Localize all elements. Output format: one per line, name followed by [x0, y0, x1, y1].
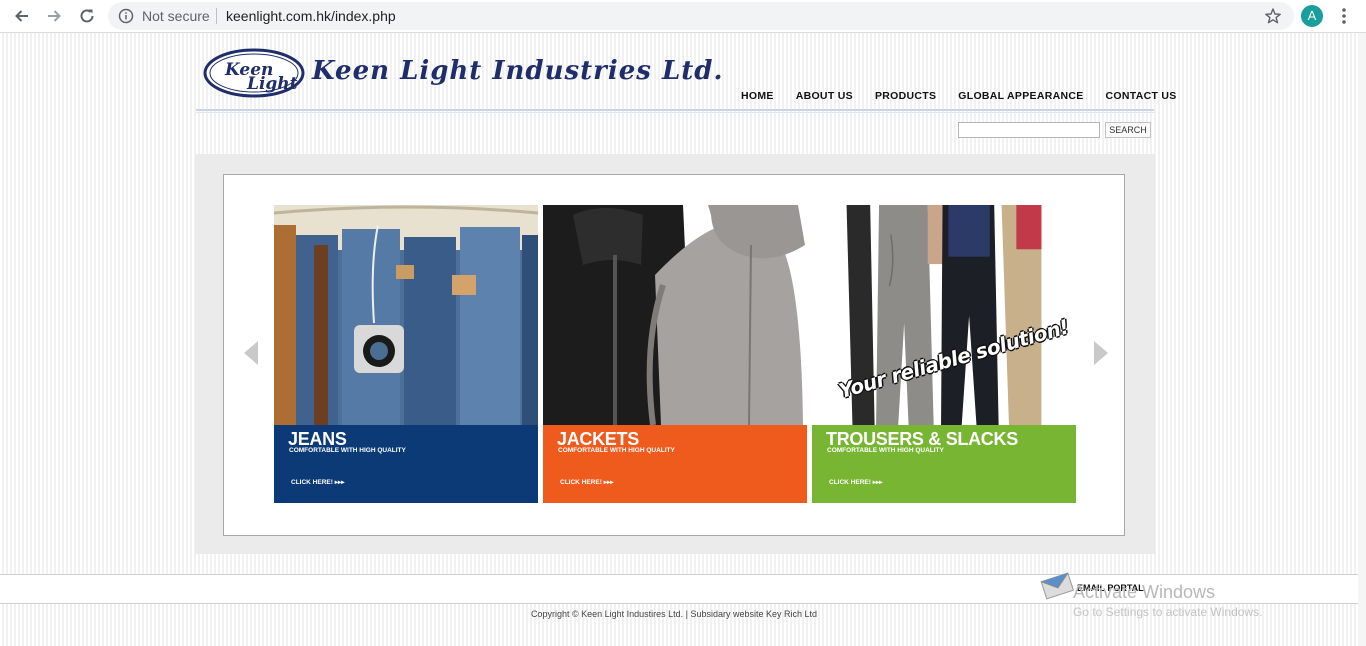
browser-toolbar: Not secure keenlight.com.hk/index.php A — [0, 0, 1366, 33]
jackets-click-here-link[interactable]: CLICK HERE! ▸▸▸ — [560, 478, 613, 486]
jackets-photo — [543, 205, 807, 425]
reload-icon — [80, 9, 94, 23]
browser-menu-icon[interactable] — [1336, 6, 1352, 26]
company-name: Keen Light Industries Ltd. — [312, 56, 724, 86]
nav-home[interactable]: HOME — [741, 90, 774, 102]
email-envelope-icon[interactable] — [1040, 568, 1074, 602]
activate-windows-watermark: Activate Windows — [1073, 582, 1216, 602]
address-bar[interactable]: Not secure keenlight.com.hk/index.php — [108, 2, 1294, 30]
address-separator — [216, 8, 217, 24]
security-status[interactable]: Not secure — [142, 8, 210, 24]
activate-windows-subtext: Go to Settings to activate Windows. — [1073, 605, 1263, 619]
search-input[interactable] — [958, 122, 1100, 138]
back-button[interactable] — [9, 4, 35, 28]
main-nav: HOME ABOUT US PRODUCTS GLOBAL APPEARANCE… — [730, 90, 1188, 102]
product-tile-jackets[interactable]: JACKETS COMFORTABLE WITH HIGH QUALITY CL… — [543, 205, 807, 503]
jackets-subtitle: COMFORTABLE WITH HIGH QUALITY — [558, 447, 675, 454]
page-scrollbar[interactable] — [1358, 33, 1366, 646]
slider-prev-arrow-icon[interactable] — [242, 340, 260, 366]
search-button[interactable]: SEARCH — [1105, 122, 1151, 138]
header-divider — [196, 109, 1154, 111]
profile-avatar[interactable]: A — [1301, 5, 1323, 27]
forward-arrow-icon — [48, 10, 61, 22]
info-icon[interactable] — [118, 8, 134, 24]
header-divider-thin — [196, 112, 1154, 113]
trousers-subtitle: COMFORTABLE WITH HIGH QUALITY — [827, 447, 944, 454]
forward-button[interactable] — [41, 4, 67, 28]
back-arrow-icon — [15, 10, 28, 22]
product-tile-jeans[interactable]: JEANS COMFORTABLE WITH HIGH QUALITY CLIC… — [274, 205, 538, 503]
nav-about-us[interactable]: ABOUT US — [796, 90, 853, 102]
jeans-click-here-link[interactable]: CLICK HERE! ▸▸▸ — [291, 478, 344, 486]
jeans-photo — [274, 205, 538, 425]
reload-button[interactable] — [74, 4, 100, 28]
svg-text:Light: Light — [246, 74, 298, 94]
nav-contact-us[interactable]: CONTACT US — [1106, 90, 1177, 102]
nav-global-appearance[interactable]: GLOBAL APPEARANCE — [958, 90, 1083, 102]
jeans-subtitle: COMFORTABLE WITH HIGH QUALITY — [289, 447, 406, 454]
product-tile-trousers[interactable]: Your reliable solution! TROUSERS & SLACK… — [812, 205, 1076, 503]
product-slider: JEANS COMFORTABLE WITH HIGH QUALITY CLIC… — [223, 174, 1125, 536]
web-page: Keen Light Keen Light Industries Ltd. HO… — [0, 33, 1366, 646]
url-text[interactable]: keenlight.com.hk/index.php — [226, 8, 396, 24]
company-logo[interactable]: Keen Light — [203, 47, 307, 99]
slider-next-arrow-icon[interactable] — [1092, 340, 1110, 366]
trousers-click-here-link[interactable]: CLICK HERE! ▸▸▸ — [829, 478, 882, 486]
bookmark-star-icon[interactable] — [1264, 7, 1282, 25]
nav-products[interactable]: PRODUCTS — [875, 90, 936, 102]
